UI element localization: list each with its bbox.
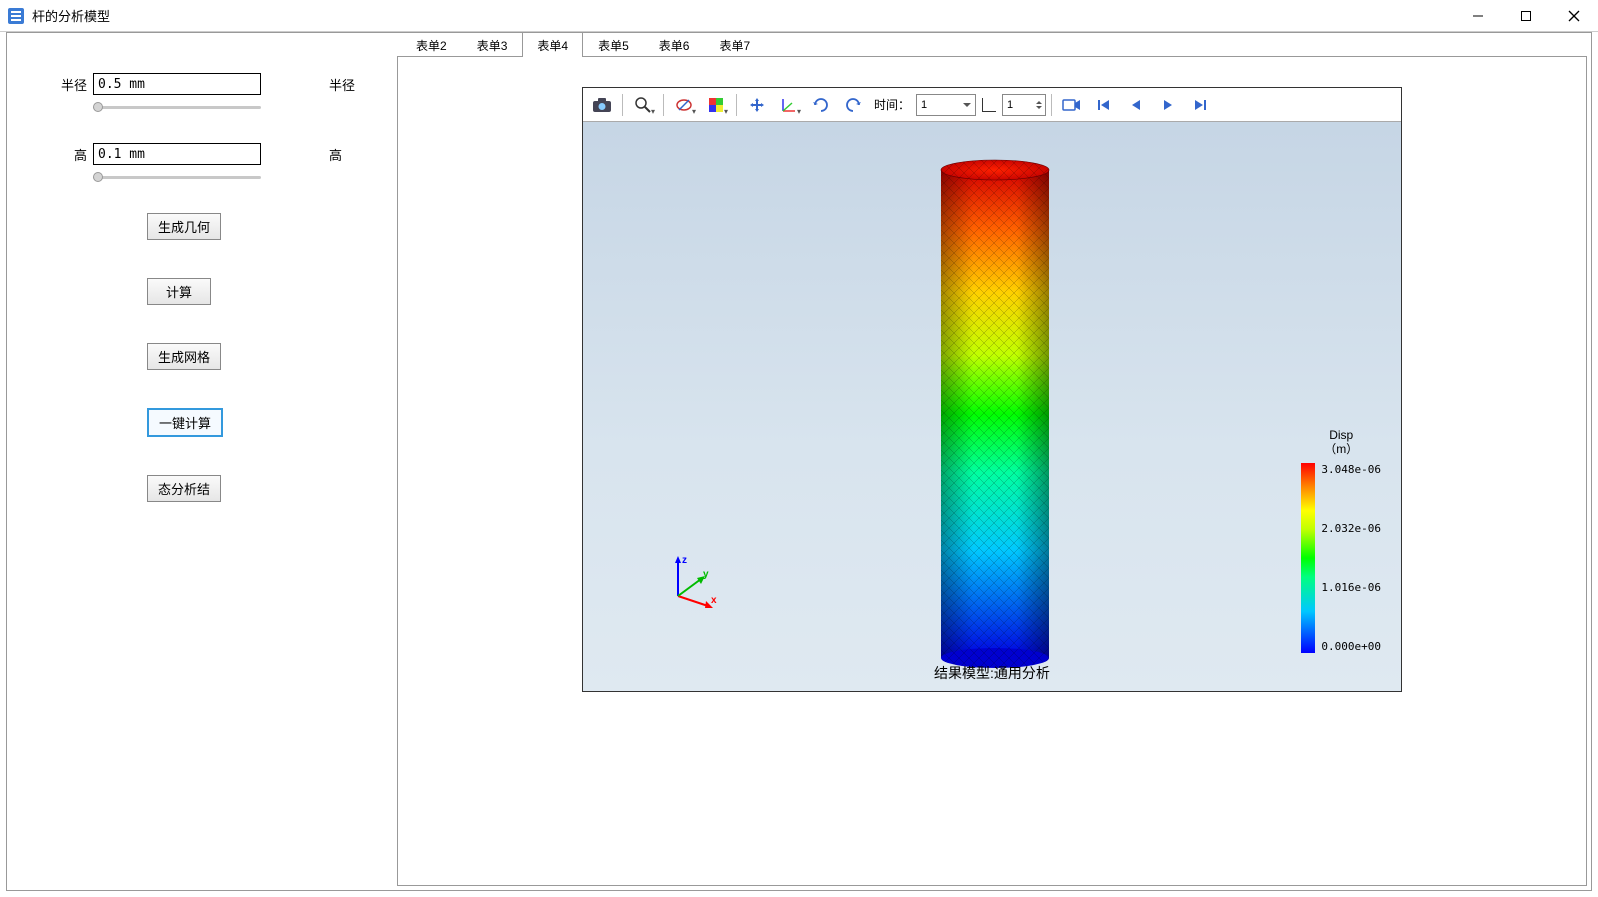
app-icon <box>8 8 24 24</box>
tab-5[interactable]: 表单7 <box>704 32 765 57</box>
color-legend: Disp （m） 3.048e-06 2.032e-06 1.016e-06 0… <box>1301 428 1381 653</box>
legend-ticks: 3.048e-06 2.032e-06 1.016e-06 0.000e+00 <box>1321 463 1381 653</box>
cylinder-plot <box>939 158 1051 668</box>
time-combo[interactable]: 1 <box>916 94 976 116</box>
minimize-button[interactable] <box>1454 0 1502 32</box>
height-row: 高 高 <box>27 143 377 165</box>
maximize-button[interactable] <box>1502 0 1550 32</box>
play-icon[interactable] <box>1153 91 1183 119</box>
tab-0[interactable]: 表单2 <box>401 32 462 57</box>
time-spin-value: 1 <box>1007 99 1013 111</box>
close-button[interactable] <box>1550 0 1598 32</box>
plot-area: z x y Disp （m） <box>583 128 1401 691</box>
sidebar: 半径 半径 高 高 生成几何 计算 生成网格 一键计算 态分析结 <box>7 33 397 890</box>
time-combo-value: 1 <box>921 99 927 111</box>
radius-label-right: 半径 <box>329 75 355 94</box>
tab-bar: 表单2 表单3 表单4 表单5 表单6 表单7 <box>397 33 1587 57</box>
one-click-compute-button[interactable]: 一键计算 <box>147 408 223 437</box>
legend-title: Disp （m） <box>1301 428 1381 457</box>
window-title: 杆的分析模型 <box>32 6 1454 25</box>
viewer[interactable]: 时间： 1 1 <box>582 87 1402 692</box>
viewer-caption: 结果模型:通用分析 <box>583 663 1401 683</box>
zoom-icon[interactable] <box>628 91 658 119</box>
tab-4[interactable]: 表单6 <box>644 32 705 57</box>
viewer-box: 时间： 1 1 <box>397 57 1587 886</box>
rotate-ccw-icon[interactable] <box>838 91 868 119</box>
svg-text:z: z <box>682 555 687 566</box>
tab-1[interactable]: 表单3 <box>462 32 523 57</box>
button-stack: 生成几何 计算 生成网格 一键计算 态分析结 <box>147 213 377 502</box>
window-controls <box>1454 0 1598 32</box>
radius-slider[interactable] <box>93 104 261 110</box>
prev-frame-icon[interactable] <box>1121 91 1151 119</box>
svg-text:y: y <box>703 569 709 580</box>
svg-text:x: x <box>711 595 717 606</box>
generate-mesh-button[interactable]: 生成网格 <box>147 343 221 370</box>
modal-result-button[interactable]: 态分析结 <box>147 475 221 502</box>
axis-triad: z x y <box>663 551 723 611</box>
viewer-toolbar: 时间： 1 1 <box>583 88 1401 122</box>
time-spin[interactable]: 1 <box>1002 94 1046 116</box>
pan-icon[interactable] <box>742 91 772 119</box>
radius-input[interactable] <box>93 73 261 95</box>
axes-icon[interactable] <box>774 91 804 119</box>
client-area: 半径 半径 高 高 生成几何 计算 生成网格 一键计算 态分析结 表单2 表单3… <box>6 32 1592 891</box>
record-icon[interactable] <box>1057 91 1087 119</box>
height-input[interactable] <box>93 143 261 165</box>
height-slider-wrap <box>93 169 261 183</box>
tab-3[interactable]: 表单5 <box>583 32 644 57</box>
color-cube-icon[interactable] <box>701 91 731 119</box>
screenshot-icon[interactable] <box>587 91 617 119</box>
radius-slider-wrap <box>93 99 261 113</box>
selection-icon[interactable] <box>669 91 699 119</box>
first-frame-icon[interactable] <box>1089 91 1119 119</box>
radius-row: 半径 半径 <box>27 73 377 95</box>
rotate-cw-icon[interactable] <box>806 91 836 119</box>
angle-icon <box>982 98 996 112</box>
tab-2[interactable]: 表单4 <box>522 32 583 57</box>
compute-button[interactable]: 计算 <box>147 278 211 305</box>
height-slider[interactable] <box>93 174 261 180</box>
time-label: 时间： <box>874 96 910 113</box>
last-frame-icon[interactable] <box>1185 91 1215 119</box>
titlebar: 杆的分析模型 <box>0 0 1598 32</box>
colorbar <box>1301 463 1315 653</box>
height-label: 高 <box>27 145 87 164</box>
generate-geometry-button[interactable]: 生成几何 <box>147 213 221 240</box>
main-panel: 表单2 表单3 表单4 表单5 表单6 表单7 <box>397 33 1591 890</box>
height-label-right: 高 <box>329 145 342 164</box>
radius-label: 半径 <box>27 75 87 94</box>
